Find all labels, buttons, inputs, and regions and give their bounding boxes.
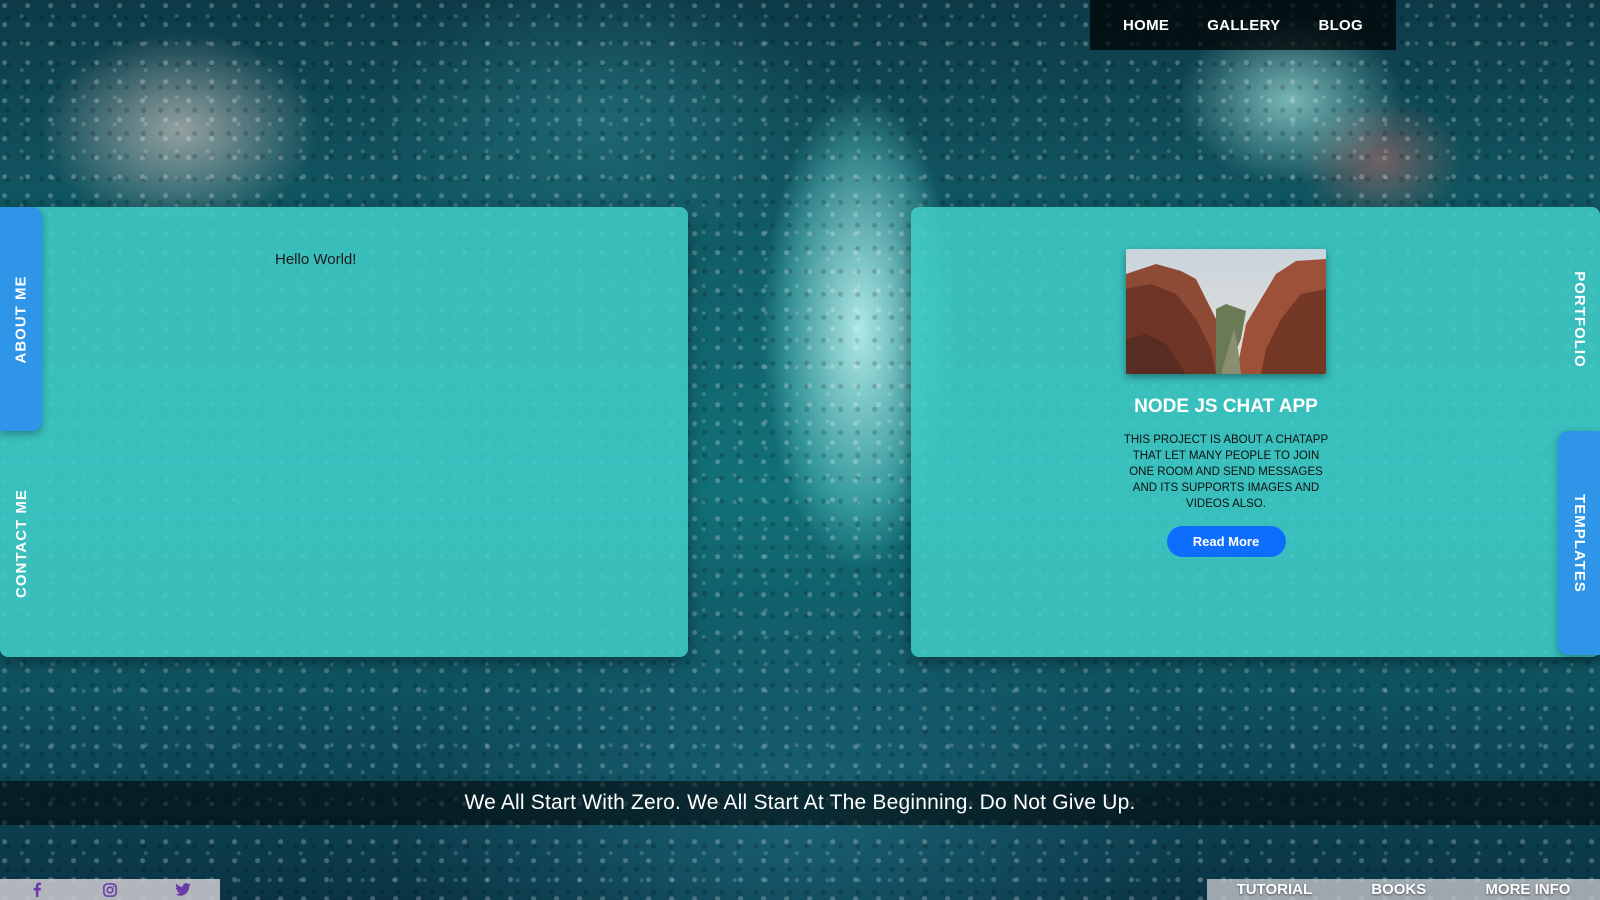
about-me-tab[interactable]: ABOUT ME (0, 207, 42, 431)
nav-blog-link[interactable]: BLOG (1318, 17, 1363, 34)
nav-home-link[interactable]: HOME (1123, 17, 1169, 34)
footer-links-bar: TUTORIAL BOOKS MORE INFO (1207, 879, 1600, 900)
facebook-icon[interactable] (0, 882, 73, 897)
portfolio-panel: PORTFOLIO TEMPLATES NODE JS CHAT APP THI… (911, 207, 1600, 657)
nav-gallery-link[interactable]: GALLERY (1207, 17, 1280, 34)
canyon-landscape-image (1126, 249, 1326, 374)
quote-text: We All Start With Zero. We All Start At … (464, 791, 1136, 814)
project-card: NODE JS CHAT APP THIS PROJECT IS ABOUT A… (1123, 249, 1329, 557)
quote-banner: We All Start With Zero. We All Start At … (0, 781, 1600, 825)
greeting-text: Hello World! (275, 251, 357, 268)
templates-tab[interactable]: TEMPLATES (1558, 431, 1600, 655)
project-description: THIS PROJECT IS ABOUT A CHATAPP THAT LET… (1123, 434, 1329, 510)
contact-me-tab-label: CONTACT ME (12, 488, 30, 598)
project-title: NODE JS CHAT APP (1134, 396, 1318, 417)
about-panel: ABOUT ME CONTACT ME Hello World! (0, 207, 688, 657)
read-more-button[interactable]: Read More (1166, 526, 1286, 557)
more-info-link[interactable]: MORE INFO (1485, 881, 1570, 898)
tutorial-link[interactable]: TUTORIAL (1237, 881, 1313, 898)
books-link[interactable]: BOOKS (1371, 881, 1426, 898)
portfolio-tab-label: PORTFOLIO (1570, 270, 1588, 368)
about-me-tab-label: ABOUT ME (12, 275, 30, 363)
portfolio-tab[interactable]: PORTFOLIO (1558, 207, 1600, 431)
twitter-icon[interactable] (147, 883, 220, 896)
templates-tab-label: TEMPLATES (1570, 493, 1588, 593)
top-navigation: HOME GALLERY BLOG (1090, 0, 1396, 50)
instagram-icon[interactable] (73, 882, 146, 897)
contact-me-tab[interactable]: CONTACT ME (0, 431, 42, 655)
social-bar (0, 879, 220, 900)
